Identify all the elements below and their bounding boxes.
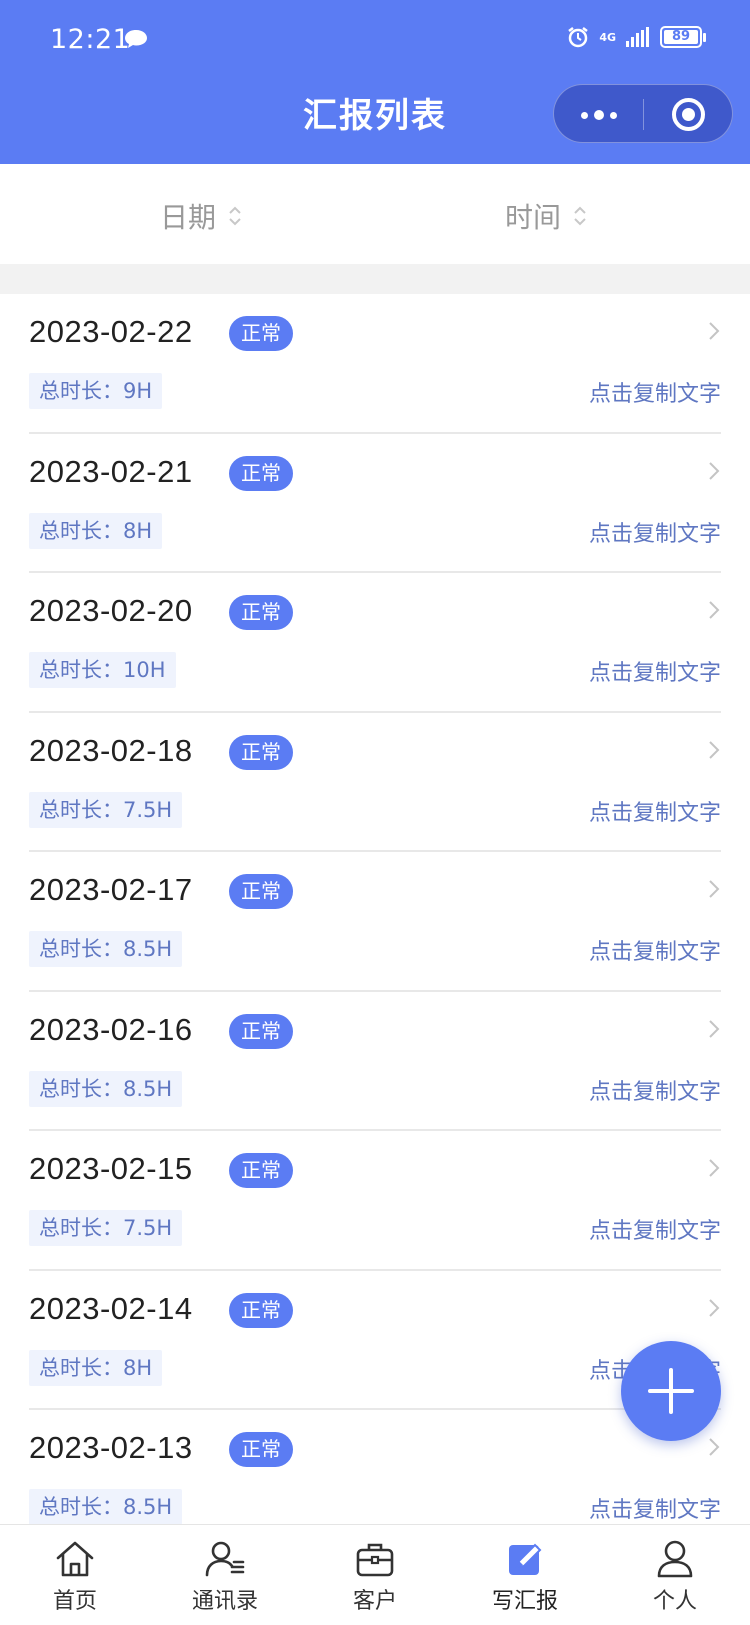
duration-tag: 总时长：9H	[29, 373, 163, 409]
report-date: 2023-02-14	[29, 1290, 193, 1326]
chevron-right-icon	[709, 880, 720, 898]
copy-text-link[interactable]: 点击复制文字	[589, 795, 721, 827]
status-badge: 正常	[229, 874, 293, 909]
sort-arrows-icon	[574, 206, 586, 226]
more-dot-icon	[610, 111, 617, 119]
tab-label: 写汇报	[491, 1589, 558, 1614]
briefcase-icon	[356, 1543, 394, 1577]
duration-tag: 总时长：7.5H	[29, 1210, 183, 1246]
contacts-icon	[205, 1541, 245, 1577]
copy-text-link[interactable]: 点击复制文字	[589, 655, 721, 687]
battery-level: 89	[664, 30, 698, 44]
header: 12:21 4G 89 汇报列表	[0, 0, 750, 164]
report-row[interactable]: 2023-02-17 正常 总时长：8.5H 点击复制文字	[29, 852, 721, 992]
status-badge: 正常	[229, 734, 293, 770]
tab-label: 通讯录	[191, 1589, 258, 1614]
report-row[interactable]: 2023-02-18 正常 总时长：7.5H 点击复制文字	[29, 713, 721, 852]
report-date: 2023-02-13	[29, 1430, 193, 1465]
status-badge: 正常	[229, 316, 293, 351]
status-badge: 正常	[229, 595, 293, 630]
copy-text-link[interactable]: 点击复制文字	[589, 1492, 721, 1524]
sort-arrows-icon	[229, 206, 241, 226]
report-date: 2023-02-22	[29, 314, 193, 349]
duration-tag: 总时长：8.5H	[29, 1070, 183, 1107]
tab-label: 客户	[352, 1589, 397, 1614]
duration-tag: 总时长：10H	[29, 652, 176, 688]
duration-tag: 总时长：8.5H	[29, 1489, 183, 1524]
section-gap	[0, 264, 750, 294]
tab-label: 首页	[52, 1589, 97, 1614]
report-date: 2023-02-16	[29, 1011, 193, 1047]
plus-icon	[648, 1368, 694, 1414]
tab-home[interactable]: 首页	[0, 1525, 150, 1625]
duration-tag: 总时长：7.5H	[29, 791, 183, 828]
report-row[interactable]: 2023-02-13 正常 总时长：8.5H 点击复制文字	[29, 1410, 721, 1524]
report-date: 2023-02-20	[29, 593, 193, 628]
signal-icon	[626, 27, 649, 47]
copy-text-link[interactable]: 点击复制文字	[589, 934, 721, 966]
status-badge: 正常	[229, 1153, 293, 1188]
chevron-right-icon	[709, 1298, 720, 1317]
status-badge: 正常	[229, 1292, 293, 1328]
sort-date-label: 日期	[160, 201, 217, 234]
battery-icon: 89	[660, 26, 706, 48]
chevron-right-icon	[709, 1159, 720, 1177]
network-label: 4G	[599, 30, 616, 44]
bottom-tab-bar: 首页 通讯录 客户 写汇报 个人	[0, 1524, 750, 1625]
target-icon	[682, 108, 695, 121]
copy-text-link[interactable]: 点击复制文字	[589, 516, 721, 548]
chat-bubble-icon	[125, 30, 147, 48]
report-row[interactable]: 2023-02-14 正常 总时长：8H 点击复制文字	[29, 1271, 721, 1410]
more-button[interactable]	[576, 101, 622, 129]
chevron-right-icon	[709, 1019, 720, 1038]
miniprogram-capsule	[553, 84, 733, 143]
report-date: 2023-02-21	[29, 453, 193, 489]
status-icons: 4G 89	[567, 26, 706, 48]
report-date: 2023-02-17	[29, 872, 193, 907]
duration-tag: 总时长：8H	[29, 512, 163, 549]
tab-profile[interactable]: 个人	[600, 1525, 750, 1625]
copy-text-link[interactable]: 点击复制文字	[589, 1213, 721, 1245]
status-badge: 正常	[229, 1013, 293, 1049]
chevron-right-icon	[709, 322, 720, 340]
chevron-right-icon	[709, 461, 720, 480]
report-row[interactable]: 2023-02-22 正常 总时长：9H 点击复制文字	[29, 294, 721, 434]
duration-tag: 总时长：8H	[29, 1349, 163, 1386]
status-time: 12:21	[50, 24, 131, 55]
report-row[interactable]: 2023-02-16 正常 总时长：8.5H 点击复制文字	[29, 992, 721, 1131]
chevron-right-icon	[709, 740, 720, 759]
tab-write-report[interactable]: 写汇报	[450, 1525, 600, 1625]
copy-text-link[interactable]: 点击复制文字	[589, 1074, 721, 1106]
app: 12:21 4G 89 汇报列表 日期 时间 2023-02-22 正常 总时长…	[0, 0, 750, 1625]
report-row[interactable]: 2023-02-21 正常 总时长：8H 点击复制文字	[29, 434, 721, 573]
status-badge: 正常	[229, 1432, 293, 1467]
report-row[interactable]: 2023-02-15 正常 总时长：7.5H 点击复制文字	[29, 1131, 721, 1271]
chevron-right-icon	[709, 601, 720, 619]
close-miniprogram-button[interactable]	[672, 98, 705, 131]
tab-contacts[interactable]: 通讯录	[150, 1525, 300, 1625]
sort-by-time[interactable]: 时间	[505, 196, 587, 236]
tab-label: 个人	[652, 1589, 697, 1614]
more-dot-icon	[594, 110, 604, 120]
tab-clients[interactable]: 客户	[300, 1525, 450, 1625]
alarm-icon	[568, 27, 589, 48]
report-date: 2023-02-15	[29, 1151, 193, 1186]
duration-tag: 总时长：8.5H	[29, 931, 183, 967]
sort-bar: 日期 时间	[0, 164, 750, 264]
status-badge: 正常	[229, 455, 293, 491]
report-date: 2023-02-18	[29, 732, 193, 768]
person-icon	[657, 1540, 693, 1578]
home-icon	[56, 1541, 94, 1577]
add-report-button[interactable]	[621, 1341, 721, 1441]
sort-by-date[interactable]: 日期	[160, 196, 242, 236]
report-row[interactable]: 2023-02-20 正常 总时长：10H 点击复制文字	[29, 573, 721, 713]
edit-icon	[509, 1543, 542, 1575]
more-dot-icon	[581, 111, 588, 119]
chevron-right-icon	[709, 1438, 720, 1456]
copy-text-link[interactable]: 点击复制文字	[589, 376, 721, 408]
sort-time-label: 时间	[505, 201, 562, 234]
capsule-divider	[643, 99, 644, 130]
report-list: 2023-02-22 正常 总时长：9H 点击复制文字 2023-02-21 正…	[0, 294, 750, 1524]
